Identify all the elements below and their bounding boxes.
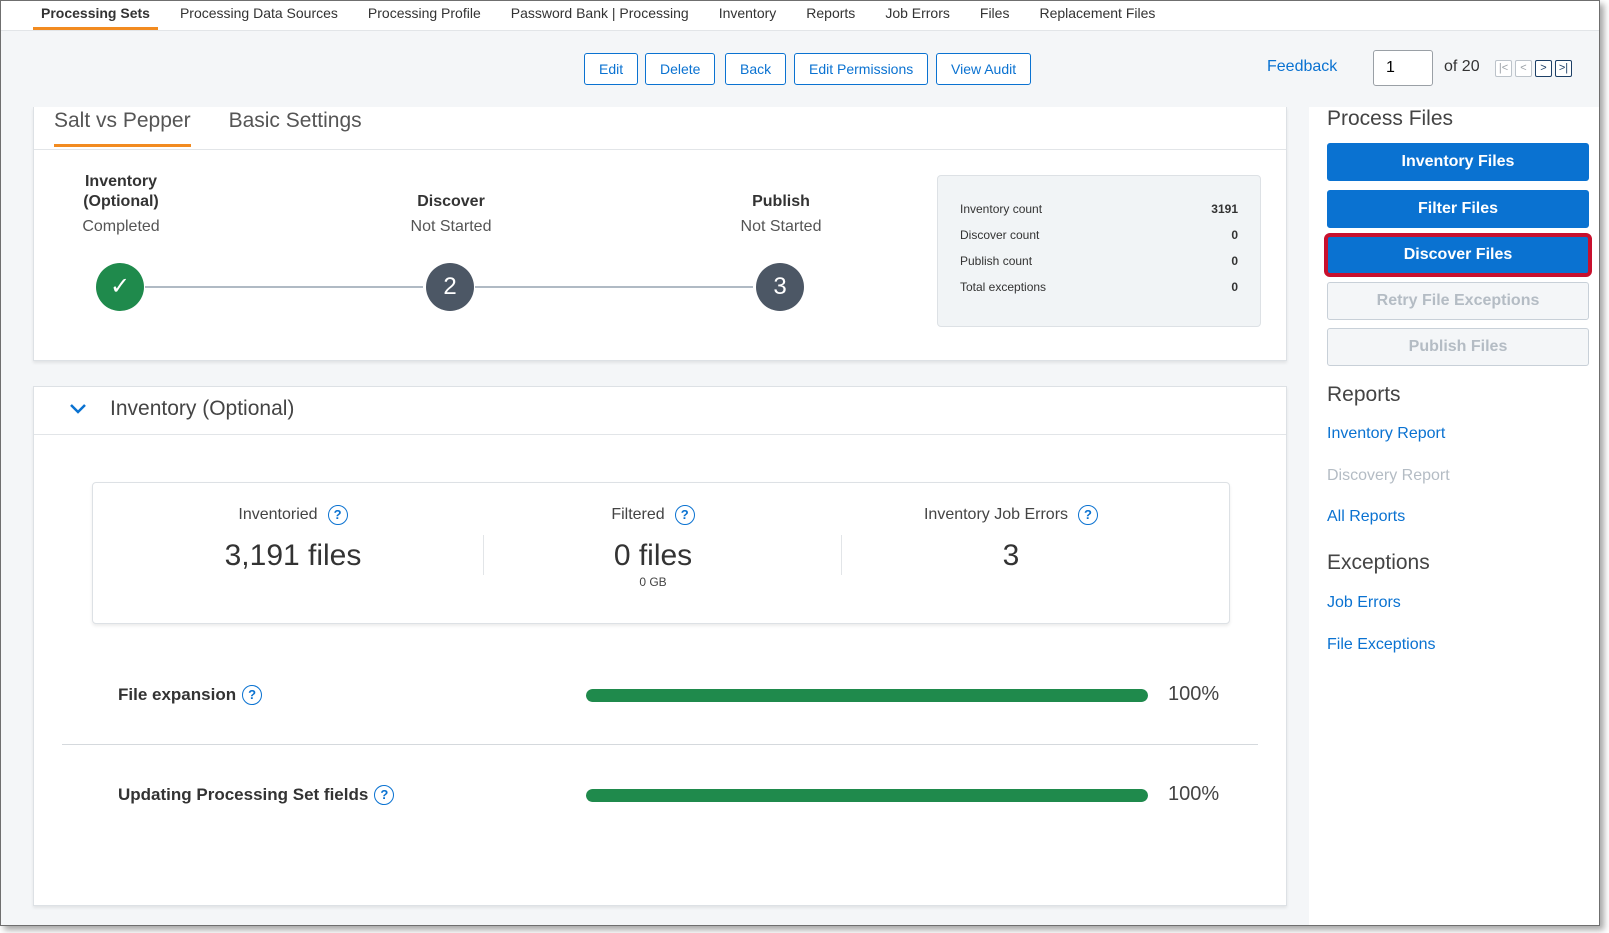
all-reports-link[interactable]: All Reports	[1327, 508, 1405, 526]
count-row: Total exceptions 0	[960, 280, 1238, 294]
set-tabs: Salt vs Pepper Basic Settings	[54, 107, 400, 149]
inventory-files-button[interactable]: Inventory Files	[1327, 143, 1589, 181]
tab-processing-data-sources[interactable]: Processing Data Sources	[172, 5, 346, 30]
counts-panel: Inventory count 3191 Discover count 0 Publ…	[937, 175, 1261, 327]
toolbar: Edit Delete Back Edit Permissions View A…	[1, 31, 1599, 107]
page-number-input[interactable]	[1373, 50, 1433, 86]
page-count: of 20	[1444, 58, 1480, 75]
stat-filtered: Filtered? 0 files 0 GB	[473, 483, 833, 623]
count-row: Inventory count 3191	[960, 202, 1238, 216]
prev-page-icon[interactable]: <	[1515, 60, 1532, 77]
step-publish: Publish Not Started	[701, 192, 861, 236]
step-inventory-state: Completed	[82, 218, 160, 235]
progress-label: Updating Processing Set fields	[118, 785, 369, 804]
step-number-badge: 3	[756, 263, 804, 311]
top-nav: Processing Sets Processing Data Sources …	[1, 1, 1599, 31]
step-publish-name: Publish	[752, 193, 810, 210]
step-inventory: Inventory (Optional) Completed	[41, 172, 201, 236]
publish-files-button: Publish Files	[1327, 328, 1589, 366]
filter-files-button[interactable]: Filter Files	[1327, 190, 1589, 228]
step-discover: Discover Not Started	[371, 192, 531, 236]
tab-files[interactable]: Files	[972, 5, 1018, 30]
file-exceptions-link[interactable]: File Exceptions	[1327, 636, 1436, 654]
progress-track	[586, 789, 1148, 802]
feedback-link[interactable]: Feedback	[1267, 58, 1337, 76]
stat-job-errors: Inventory Job Errors? 3	[831, 483, 1191, 623]
section-title: Inventory (Optional)	[110, 397, 295, 420]
edit-button[interactable]: Edit	[584, 53, 639, 85]
divider	[34, 149, 1286, 150]
exceptions-heading: Exceptions	[1327, 551, 1430, 574]
step-discover-name: Discover	[417, 193, 485, 210]
chevron-down-icon[interactable]	[68, 399, 88, 419]
tab-reports[interactable]: Reports	[798, 5, 863, 30]
progress-bar	[586, 789, 1148, 802]
help-icon[interactable]: ?	[1078, 505, 1099, 525]
count-row: Discover count 0	[960, 228, 1238, 242]
step-connector	[145, 286, 423, 288]
tab-replacement-files[interactable]: Replacement Files	[1031, 5, 1163, 30]
stat-subvalue: 0 GB	[639, 575, 667, 589]
view-audit-button[interactable]: View Audit	[936, 53, 1032, 85]
discovery-report-link: Discovery Report	[1327, 467, 1450, 484]
stat-label: Inventoried	[238, 506, 318, 523]
help-icon[interactable]: ?	[242, 685, 263, 705]
app-window: Processing Sets Processing Data Sources …	[0, 0, 1600, 926]
inventory-section: Inventory (Optional) Inventoried? 3,191 …	[33, 386, 1287, 906]
stat-value: 3,191 files	[224, 539, 362, 572]
console-sidebar: Process Files Inventory Files Filter Fil…	[1309, 107, 1599, 925]
count-row: Publish count 0	[960, 254, 1238, 268]
help-icon[interactable]: ?	[327, 505, 348, 525]
tab-processing-sets[interactable]: Processing Sets	[33, 5, 158, 30]
job-errors-link[interactable]: Job Errors	[1327, 594, 1401, 612]
tab-basic-settings[interactable]: Basic Settings	[229, 107, 362, 147]
inventory-stats: Inventoried? 3,191 files Filtered? 0 fil…	[92, 482, 1230, 624]
help-icon[interactable]: ?	[674, 505, 695, 525]
stat-value: 3	[1002, 539, 1020, 572]
progress-percent: 100%	[1168, 783, 1220, 805]
stat-inventoried: Inventoried? 3,191 files	[113, 483, 473, 623]
tab-set-name[interactable]: Salt vs Pepper	[54, 107, 191, 147]
checkmark-icon: ✓	[96, 263, 144, 311]
retry-file-exceptions-button: Retry File Exceptions	[1327, 282, 1589, 320]
tab-inventory[interactable]: Inventory	[711, 5, 785, 30]
stat-label: Filtered	[611, 506, 665, 523]
progress-label: File expansion	[118, 685, 237, 704]
progress-bar	[586, 689, 1148, 702]
help-icon[interactable]: ?	[374, 785, 395, 805]
stat-value: 0 files	[613, 539, 693, 572]
progress-percent: 100%	[1168, 683, 1220, 705]
tab-processing-profile[interactable]: Processing Profile	[360, 5, 489, 30]
inventory-report-link[interactable]: Inventory Report	[1327, 425, 1445, 443]
back-button[interactable]: Back	[725, 53, 787, 85]
step-connector	[475, 286, 753, 288]
section-header[interactable]: Inventory (Optional)	[34, 387, 1286, 435]
last-page-icon[interactable]: >|	[1555, 60, 1572, 77]
tab-password-bank[interactable]: Password Bank | Processing	[503, 5, 697, 30]
edit-permissions-button[interactable]: Edit Permissions	[794, 53, 929, 85]
process-files-heading: Process Files	[1327, 107, 1454, 130]
step-discover-state: Not Started	[410, 218, 492, 235]
delete-button[interactable]: Delete	[645, 53, 716, 85]
progress-file-expansion: File expansion? 100%	[118, 677, 1220, 717]
discover-files-button[interactable]: Discover Files	[1324, 233, 1592, 277]
step-publish-state: Not Started	[740, 218, 822, 235]
stat-label: Inventory Job Errors	[923, 506, 1069, 523]
progress-updating-fields: Updating Processing Set fields? 100%	[118, 777, 1220, 817]
step-inventory-name: Inventory (Optional)	[83, 173, 159, 210]
divider	[62, 744, 1258, 745]
next-page-icon[interactable]: >	[1535, 60, 1552, 77]
progress-track	[586, 689, 1148, 702]
first-page-icon[interactable]: |<	[1495, 60, 1512, 77]
reports-heading: Reports	[1327, 383, 1401, 406]
tab-job-errors[interactable]: Job Errors	[877, 5, 958, 30]
step-number-badge: 2	[426, 263, 474, 311]
